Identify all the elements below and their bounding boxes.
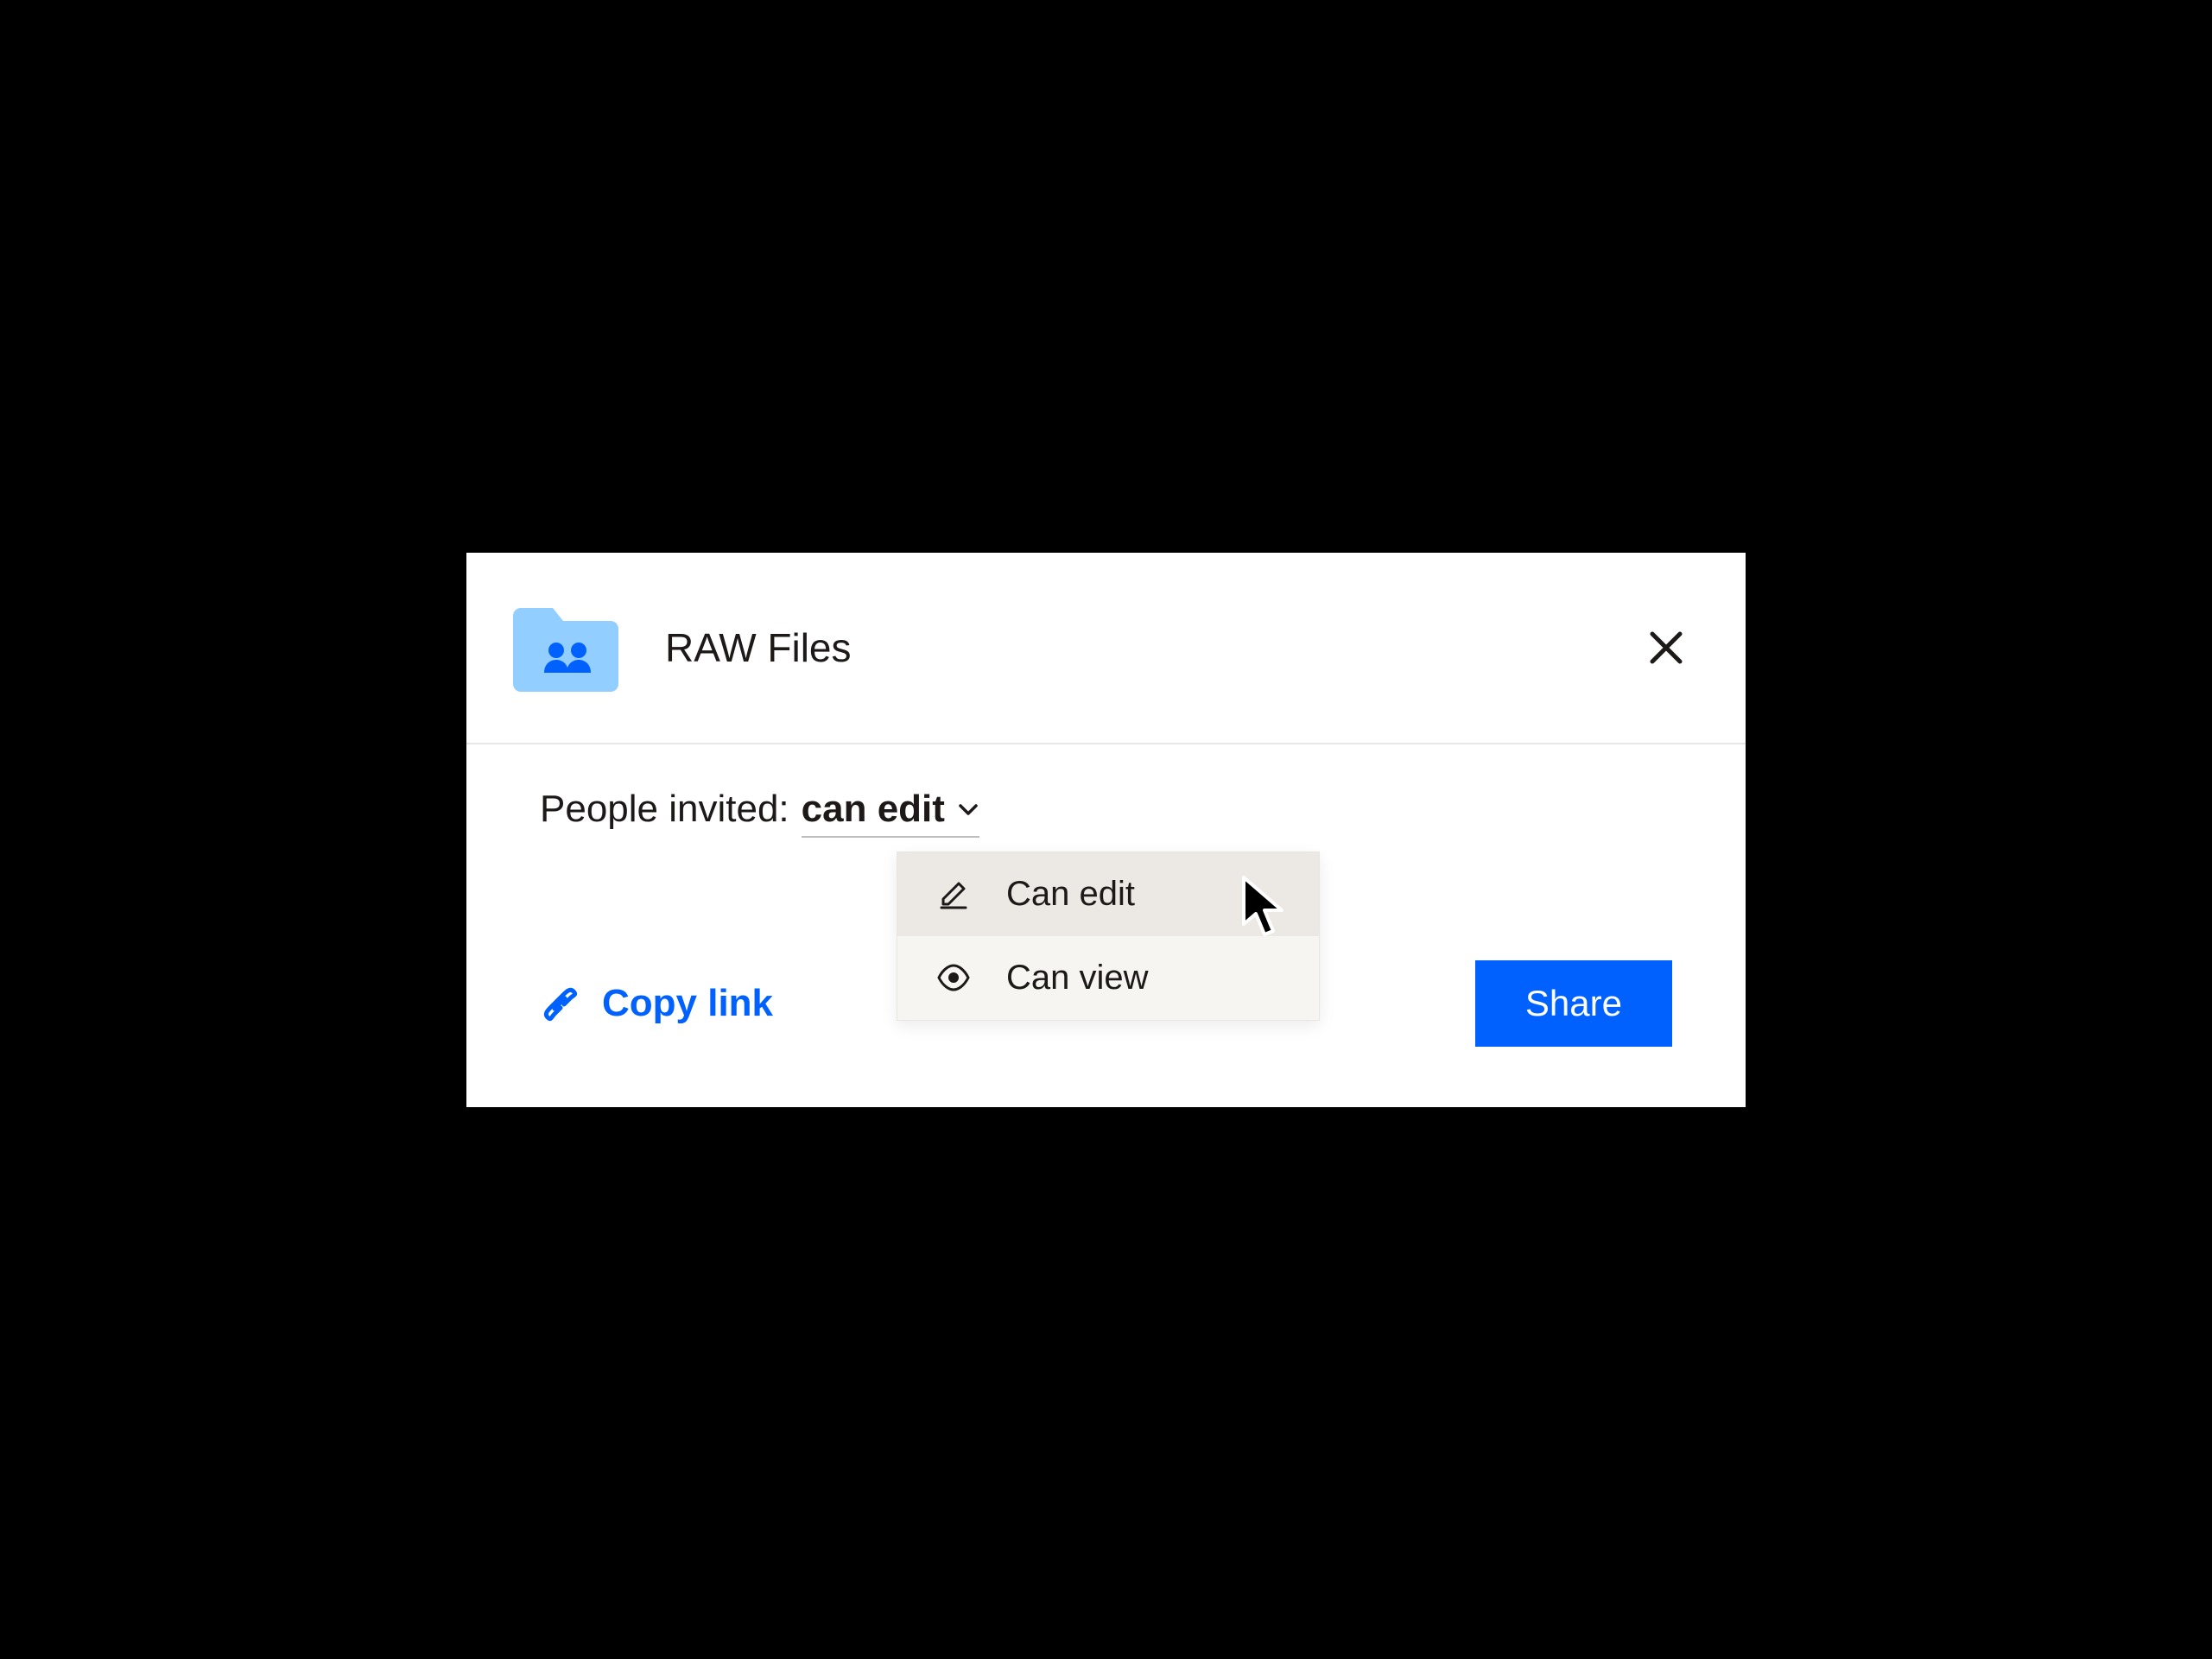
copy-link-label: Copy link	[602, 982, 773, 1025]
dropdown-option-label: Can edit	[1006, 875, 1135, 914]
link-icon	[540, 984, 580, 1023]
dialog-header: RAW Files	[466, 553, 1746, 744]
close-icon	[1647, 629, 1685, 667]
copy-link-button[interactable]: Copy link	[540, 982, 773, 1025]
dialog-body: People invited: can edit Can edit	[466, 744, 1746, 1107]
close-button[interactable]	[1638, 620, 1694, 675]
dropdown-option-can-edit[interactable]: Can edit	[897, 852, 1319, 936]
permission-select[interactable]: can edit	[802, 788, 979, 838]
share-button-label: Share	[1525, 983, 1622, 1023]
invite-label: People invited:	[540, 788, 789, 831]
dialog-footer: Copy link Share	[540, 960, 1672, 1047]
invite-row: People invited: can edit	[540, 788, 1672, 838]
share-button[interactable]: Share	[1475, 960, 1672, 1047]
pencil-icon	[932, 877, 975, 911]
shared-folder-icon	[510, 600, 622, 695]
chevron-down-icon	[957, 798, 979, 820]
folder-title: RAW Files	[665, 624, 852, 671]
permission-select-value: can edit	[802, 788, 945, 831]
share-dialog: RAW Files People invited: can edit	[466, 553, 1746, 1107]
